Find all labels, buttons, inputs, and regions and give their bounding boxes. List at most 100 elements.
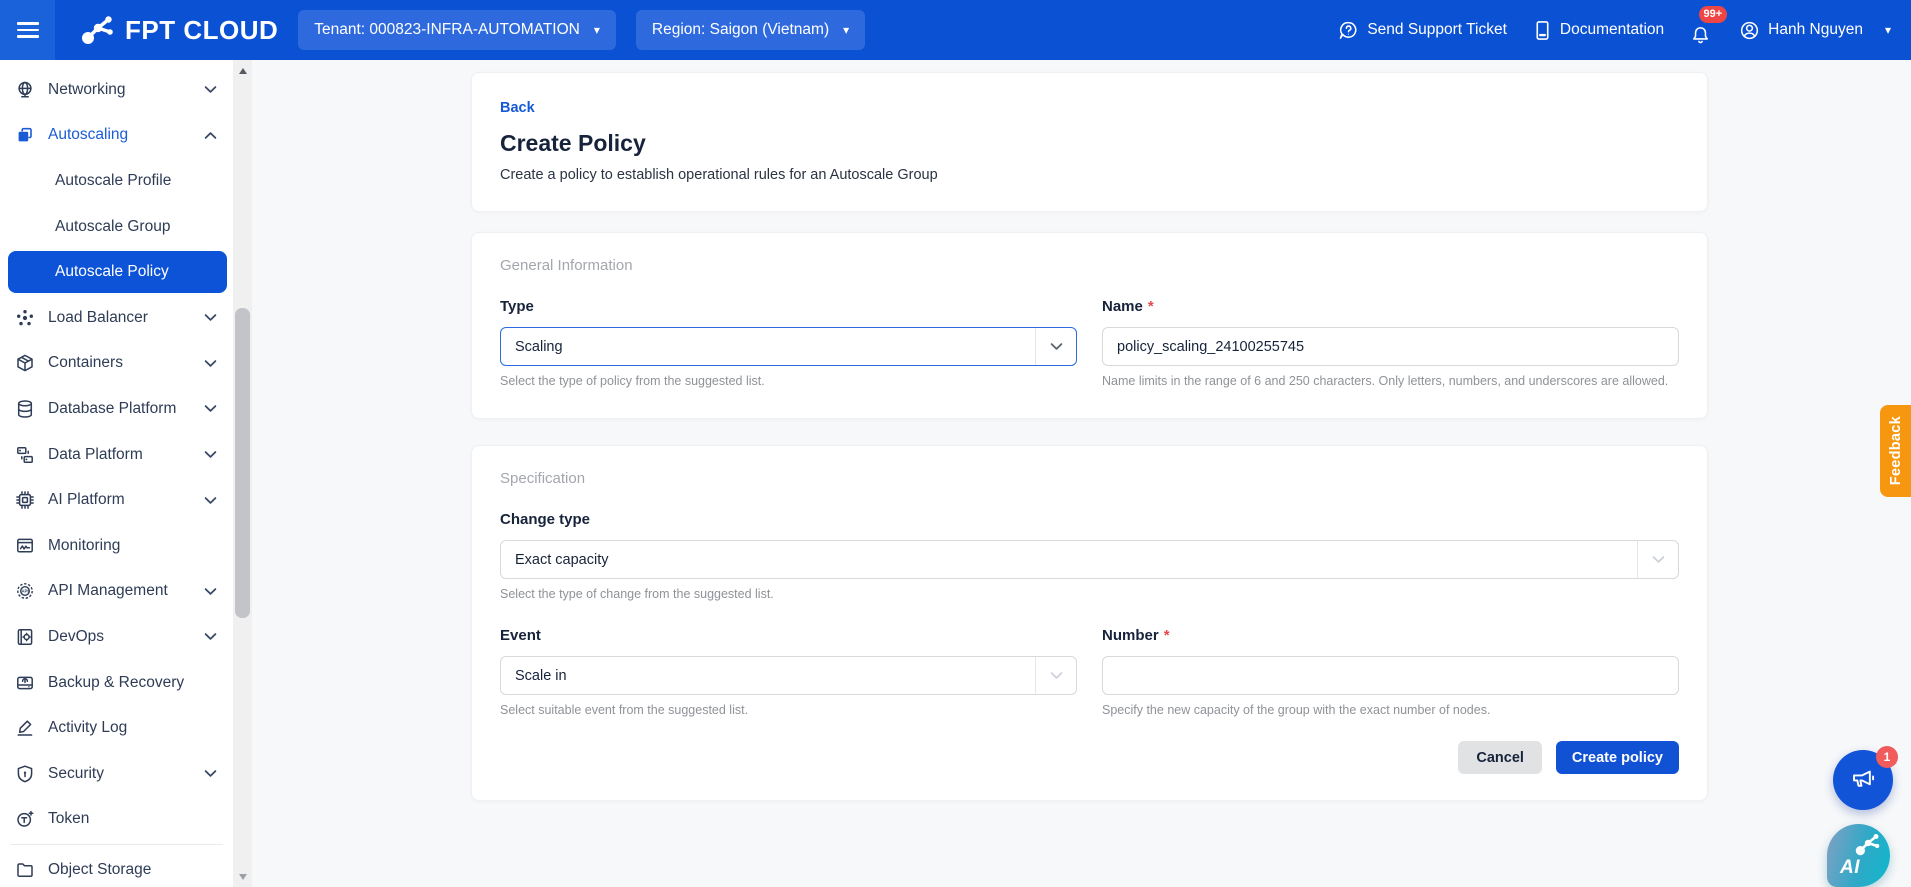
sidebar-item-security[interactable]: Security	[0, 751, 233, 797]
required-asterisk: *	[1163, 627, 1170, 644]
tenant-select[interactable]: Tenant: 000823-INFRA-AUTOMATION ▾	[298, 10, 616, 50]
sidebar-item-autoscale-profile[interactable]: Autoscale Profile	[0, 158, 233, 204]
ai-molecule-icon	[1855, 833, 1881, 859]
sidebar-item-label: Activity Log	[48, 719, 128, 737]
sidebar-item-label: Autoscaling	[48, 126, 129, 144]
sidebar-item-autoscaling[interactable]: Autoscaling	[0, 113, 233, 159]
specification-card: Specification Change type Exact capacity…	[471, 445, 1708, 801]
scrollbar-thumb[interactable]	[235, 308, 250, 618]
region-select[interactable]: Region: Saigon (Vietnam) ▾	[635, 10, 866, 50]
number-label-text: Number	[1102, 627, 1159, 644]
chevron-down-icon	[204, 769, 217, 778]
send-support-ticket-button[interactable]: Send Support Ticket	[1338, 20, 1507, 41]
sidebar-item-label: Security	[48, 764, 104, 782]
top-nav: FPT CLOUD Tenant: 000823-INFRA-AUTOMATIO…	[0, 0, 1911, 60]
ai-label: AI	[1840, 857, 1860, 878]
sidebar-item-networking[interactable]: Networking	[0, 67, 233, 113]
sidebar-item-containers[interactable]: Containers	[0, 341, 233, 387]
sidebar-item-label: Load Balancer	[48, 308, 148, 326]
activity-icon	[14, 718, 35, 739]
sidebar-item-label: DevOps	[48, 627, 104, 645]
create-policy-button[interactable]: Create policy	[1555, 741, 1679, 774]
sidebar-item-backup-recovery[interactable]: Backup & Recovery	[0, 660, 233, 706]
chevron-down-icon	[204, 587, 217, 596]
sidebar-item-label: Containers	[48, 354, 123, 372]
monitor-icon	[14, 535, 35, 556]
caret-down-icon: ▾	[843, 23, 850, 37]
sidebar-item-api-management[interactable]: API API Management	[0, 569, 233, 615]
svg-text:API: API	[21, 589, 28, 594]
brand-logo[interactable]: FPT CLOUD	[81, 15, 278, 46]
sidebar-item-load-balancer[interactable]: Load Balancer	[0, 295, 233, 341]
change-type-select[interactable]: Exact capacity	[500, 540, 1679, 579]
support-ticket-icon	[1338, 20, 1359, 41]
caret-down-icon: ▾	[593, 23, 600, 37]
sidebar: Networking Autoscaling Autoscale Profile Au…	[0, 60, 233, 887]
chevron-up-icon	[204, 131, 217, 140]
sidebar-item-label: Data Platform	[48, 445, 143, 463]
sidebar-item-label: Token	[48, 810, 90, 828]
number-label: Number *	[1102, 627, 1679, 644]
sidebar-item-database-platform[interactable]: Database Platform	[0, 386, 233, 432]
cancel-button[interactable]: Cancel	[1458, 741, 1542, 774]
avatar-icon	[1739, 20, 1760, 41]
chevron-down-icon	[204, 313, 217, 322]
documentation-icon	[1533, 20, 1552, 41]
name-label: Name *	[1102, 298, 1679, 315]
sidebar-item-devops[interactable]: DevOps	[0, 614, 233, 660]
scrollbar-up-arrow[interactable]	[233, 62, 252, 79]
tenant-label: Tenant: 000823-INFRA-AUTOMATION	[314, 21, 580, 38]
page-header-card: Back Create Policy Create a policy to es…	[471, 72, 1708, 212]
fpt-molecule-icon	[81, 15, 115, 45]
event-select[interactable]: Scale in	[500, 656, 1077, 695]
sidebar-item-monitoring[interactable]: Monitoring	[0, 523, 233, 569]
change-type-value: Exact capacity	[515, 551, 609, 568]
sidebar-item-data-platform[interactable]: Data Platform	[0, 432, 233, 478]
documentation-label: Documentation	[1559, 21, 1665, 38]
api-icon: API	[14, 581, 35, 602]
chevron-down-icon	[204, 359, 217, 368]
notifications-button[interactable]: 99+	[1690, 5, 1728, 46]
back-link[interactable]: Back	[500, 100, 535, 116]
sidebar-item-autoscale-group[interactable]: Autoscale Group	[0, 204, 233, 250]
devops-icon	[14, 626, 35, 647]
type-select[interactable]: Scaling	[500, 327, 1077, 366]
number-help: Specify the new capacity of the group wi…	[1102, 703, 1491, 717]
brand-name: FPT CLOUD	[125, 14, 279, 45]
feedback-label: Feedback	[1887, 416, 1904, 486]
ai-assistant-button[interactable]: AI	[1827, 824, 1890, 887]
sidebar-item-object-storage[interactable]: Object Storage	[0, 847, 233, 887]
backup-icon	[14, 672, 35, 693]
feedback-tab[interactable]: Feedback	[1880, 405, 1911, 497]
required-asterisk: *	[1147, 298, 1154, 315]
sidebar-item-label: Autoscale Profile	[55, 171, 172, 189]
sidebar-item-autoscale-policy[interactable]: Autoscale Policy	[8, 251, 227, 293]
chevron-down-icon	[1036, 342, 1076, 351]
content-area: Back Create Policy Create a policy to es…	[252, 60, 1911, 887]
sidebar-item-label: AI Platform	[48, 491, 125, 509]
page-subtitle: Create a policy to establish operational…	[500, 167, 938, 183]
documentation-button[interactable]: Documentation	[1533, 20, 1664, 41]
name-label-text: Name	[1102, 298, 1143, 315]
sidebar-item-token[interactable]: Token	[0, 797, 233, 843]
menu-toggle-button[interactable]	[0, 0, 55, 60]
sidebar-item-label: Autoscale Group	[55, 217, 171, 235]
shield-icon	[14, 763, 35, 784]
sidebar-item-label: Autoscale Policy	[55, 263, 169, 281]
general-information-card: General Information Type Scaling Select …	[471, 232, 1708, 419]
sidebar-item-label: Object Storage	[48, 860, 152, 878]
scrollbar-down-arrow[interactable]	[233, 868, 252, 885]
change-type-label-text: Change type	[500, 511, 591, 528]
sidebar-scrollbar[interactable]	[233, 60, 252, 887]
number-input[interactable]	[1102, 656, 1679, 695]
type-label: Type	[500, 298, 1077, 315]
sidebar-item-activity-log[interactable]: Activity Log	[0, 705, 233, 751]
sidebar-item-ai-platform[interactable]: AI Platform	[0, 477, 233, 523]
name-input[interactable]	[1102, 327, 1679, 366]
box-icon	[14, 353, 35, 374]
user-menu[interactable]: Hanh Nguyen ▾	[1739, 20, 1891, 41]
announcements-button[interactable]: 1	[1833, 746, 1898, 810]
support-ticket-label: Send Support Ticket	[1367, 21, 1507, 38]
folder-icon	[14, 859, 35, 880]
chevron-down-icon	[1036, 671, 1076, 680]
